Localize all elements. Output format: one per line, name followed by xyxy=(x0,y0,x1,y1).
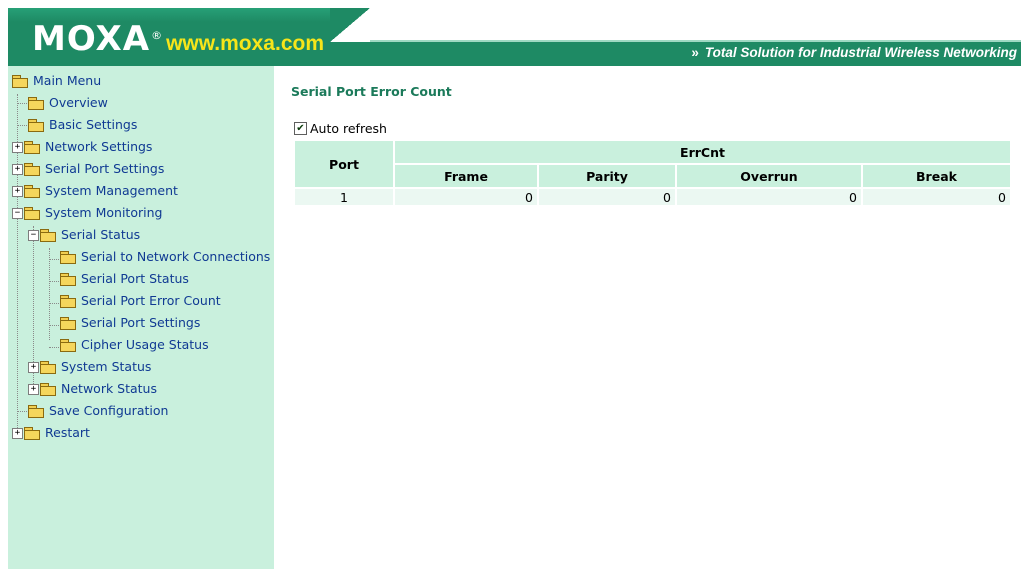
folder-icon xyxy=(28,405,44,418)
sidebar-item-cipher-usage-status[interactable]: Cipher Usage Status xyxy=(60,334,209,356)
folder-icon xyxy=(24,185,40,198)
sidebar-item-label: System Monitoring xyxy=(45,205,163,220)
minus-box-icon[interactable]: − xyxy=(28,229,39,241)
logo: MOXA ® www.moxa.com xyxy=(32,16,324,56)
logo-url: www.moxa.com xyxy=(166,32,324,55)
folder-icon xyxy=(40,383,56,396)
cell-port: 1 xyxy=(295,189,393,205)
error-count-table: Port ErrCnt Frame Parity Overrun Break 1… xyxy=(293,139,1012,207)
folder-open-icon xyxy=(40,229,56,242)
plus-box-icon[interactable]: + xyxy=(12,427,23,439)
sidebar-item-save-configuration[interactable]: Save Configuration xyxy=(28,400,168,422)
sidebar-item-label: Basic Settings xyxy=(49,117,138,132)
sidebar-item-serial-status[interactable]: − Serial Status xyxy=(28,224,140,246)
folder-icon xyxy=(28,97,44,110)
registered-mark: ® xyxy=(151,29,163,42)
cell-break: 0 xyxy=(863,189,1010,205)
sidebar-item-label: Save Configuration xyxy=(49,403,169,418)
folder-open-icon xyxy=(12,75,28,88)
column-group-errcnt: ErrCnt xyxy=(395,141,1010,163)
auto-refresh-label: Auto refresh xyxy=(310,121,387,136)
sidebar-item-serial-port-status[interactable]: Serial Port Status xyxy=(60,268,189,290)
sidebar-item-main-menu[interactable]: Main Menu xyxy=(12,70,101,92)
page-title: Serial Port Error Count xyxy=(291,84,452,99)
sidebar-item-serial-port-error-count[interactable]: Serial Port Error Count xyxy=(60,290,221,312)
sidebar-item-label: System Management xyxy=(45,183,178,198)
checkbox-checked-icon[interactable]: ✔ xyxy=(294,122,307,135)
folder-icon xyxy=(24,163,40,176)
column-header-frame: Frame xyxy=(395,165,537,187)
logo-text: MOXA xyxy=(32,19,151,59)
sidebar-item-network-status[interactable]: + Network Status xyxy=(28,378,157,400)
plus-box-icon[interactable]: + xyxy=(12,163,23,175)
sidebar-item-system-management[interactable]: + System Management xyxy=(12,180,178,202)
sidebar-item-label: Cipher Usage Status xyxy=(81,337,209,352)
header-banner: MOXA ® www.moxa.com » Total Solution for … xyxy=(0,0,1021,66)
tree-connector xyxy=(49,347,59,348)
folder-open-icon xyxy=(24,207,40,220)
cell-parity: 0 xyxy=(539,189,675,205)
folder-icon xyxy=(24,427,40,440)
tree-connector xyxy=(17,125,27,126)
tree-connector xyxy=(17,411,27,412)
sidebar-item-basic-settings[interactable]: Basic Settings xyxy=(28,114,137,136)
plus-box-icon[interactable]: + xyxy=(12,185,23,197)
plus-box-icon[interactable]: + xyxy=(28,361,39,373)
sidebar-item-system-monitoring[interactable]: − System Monitoring xyxy=(12,202,162,224)
main-content: Serial Port Error Count ✔ Auto refresh P… xyxy=(274,66,1021,569)
sidebar-item-label: Serial Port Status xyxy=(81,271,189,286)
column-header-port: Port xyxy=(295,141,393,187)
folder-icon xyxy=(24,141,40,154)
sidebar-item-label: Serial Port Settings xyxy=(81,315,201,330)
table-row: 1 0 0 0 0 xyxy=(295,189,1010,205)
minus-box-icon[interactable]: − xyxy=(12,207,23,219)
plus-box-icon[interactable]: + xyxy=(28,383,39,395)
auto-refresh-control[interactable]: ✔ Auto refresh xyxy=(294,121,387,136)
cell-overrun: 0 xyxy=(677,189,861,205)
sidebar-item-label: Restart xyxy=(45,425,90,440)
header-cutout xyxy=(330,8,1021,42)
column-header-break: Break xyxy=(863,165,1010,187)
folder-icon xyxy=(28,119,44,132)
sidebar-item-system-status[interactable]: + System Status xyxy=(28,356,151,378)
folder-icon xyxy=(60,273,76,286)
tagline: » Total Solution for Industrial Wireless … xyxy=(691,45,1017,60)
folder-icon xyxy=(40,361,56,374)
sidebar-item-restart[interactable]: + Restart xyxy=(12,422,90,444)
tree-connector xyxy=(49,303,59,304)
sidebar-item-overview[interactable]: Overview xyxy=(28,92,108,114)
column-header-overrun: Overrun xyxy=(677,165,861,187)
cell-frame: 0 xyxy=(395,189,537,205)
double-chevron-icon: » xyxy=(691,45,699,60)
folder-icon xyxy=(60,317,76,330)
tree-connector xyxy=(49,325,59,326)
tagline-text: Total Solution for Industrial Wireless N… xyxy=(704,45,1017,60)
sidebar-item-serial-to-network-connections[interactable]: Serial to Network Connections xyxy=(60,246,270,268)
tree-connector xyxy=(49,248,50,340)
sidebar-item-label: Network Settings xyxy=(45,139,153,154)
sidebar-item-label: System Status xyxy=(61,359,152,374)
folder-icon xyxy=(60,295,76,308)
tree-connector xyxy=(49,259,59,260)
sidebar-item-serial-port-settings-status[interactable]: Serial Port Settings xyxy=(60,312,200,334)
sidebar-item-label: Network Status xyxy=(61,381,157,396)
sidebar-item-label: Main Menu xyxy=(33,73,102,88)
sidebar: Main Menu Overview Basic Settings + Netw… xyxy=(8,66,274,569)
sidebar-item-label: Serial Port Error Count xyxy=(81,293,221,308)
sidebar-item-serial-port-settings[interactable]: + Serial Port Settings xyxy=(12,158,164,180)
plus-box-icon[interactable]: + xyxy=(12,141,23,153)
sidebar-item-label: Serial Status xyxy=(61,227,141,242)
folder-icon xyxy=(60,251,76,264)
sidebar-item-network-settings[interactable]: + Network Settings xyxy=(12,136,152,158)
tree-connector xyxy=(17,103,27,104)
sidebar-item-label: Serial to Network Connections xyxy=(81,249,271,264)
folder-icon xyxy=(60,339,76,352)
sidebar-item-label: Overview xyxy=(49,95,108,110)
sidebar-item-label: Serial Port Settings xyxy=(45,161,165,176)
tree-connector xyxy=(49,281,59,282)
column-header-parity: Parity xyxy=(539,165,675,187)
